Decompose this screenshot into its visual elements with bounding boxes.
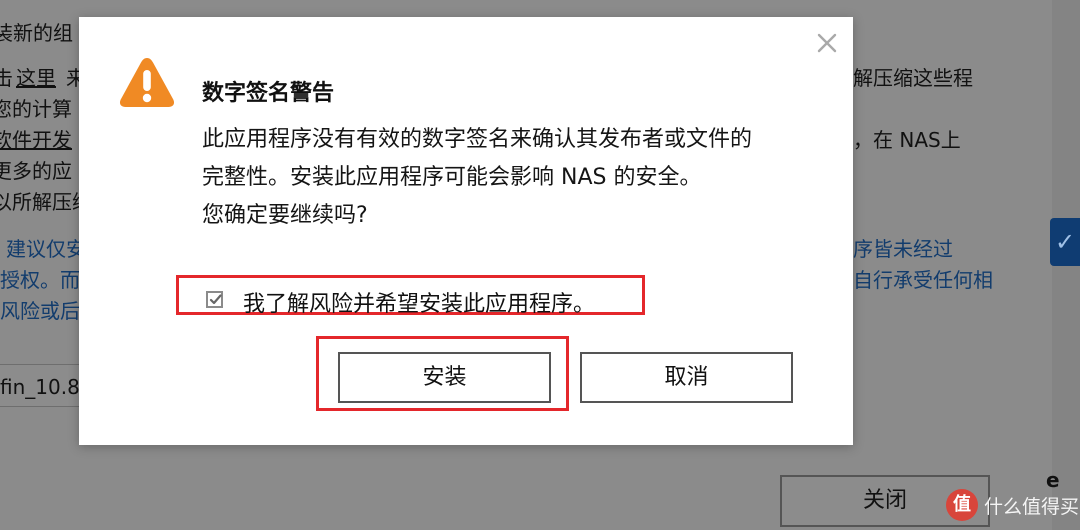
bg-text-click-here-prefix: 击 [0, 66, 13, 90]
risk-acknowledgement-row[interactable]: 我了解风险并希望安装此应用程序。 [176, 275, 645, 318]
bg-blue-suggest: 建议仅安 [6, 237, 86, 261]
close-icon[interactable] [814, 30, 840, 56]
bg-text-install-new: 装新的组 [0, 21, 73, 45]
dialog-title: 数字签名警告 [202, 81, 335, 106]
bg-text-right-extract: 解压缩这些程 [853, 66, 973, 90]
background-file-input-value: fin_10.8.1 [0, 375, 82, 399]
bg-blue-right-bear: 自行承受任何相 [853, 268, 993, 292]
watermark-logo: 值 [946, 489, 978, 521]
background-check-badge: ✓ [1050, 218, 1080, 266]
risk-checkbox-label[interactable]: 我了解风险并希望安装此应用程序。 [243, 286, 595, 318]
warning-message: 此应用程序没有有效的数字签名来确认其发布者或文件的 完整性。安装此应用程序可能会… [202, 121, 832, 235]
risk-checkbox[interactable] [206, 291, 223, 308]
warning-message-line-2: 完整性。安装此应用程序可能会影响 NAS 的安全。 [202, 165, 702, 190]
bg-text-more-apps: 更多的应 [0, 159, 72, 183]
bg-link-here[interactable]: 这里 [16, 68, 56, 88]
warning-icon [119, 56, 175, 109]
bg-blue-auth: 授权。而 [0, 268, 80, 292]
bg-text-right-nas: ，在 NAS上 [853, 128, 961, 152]
bg-blue-right-unverified: 序皆未经过 [853, 237, 953, 261]
watermark-text: 什么值得买 [984, 495, 1080, 518]
digital-signature-warning-dialog: 数字签名警告 此应用程序没有有效的数字签名来确认其发布者或文件的 完整性。安装此… [79, 17, 853, 445]
watermark: 值 什么值得买 [946, 487, 1079, 523]
cancel-button[interactable]: 取消 [580, 352, 793, 403]
install-button[interactable]: 安装 [338, 352, 551, 403]
bg-text-your-computer: 您的计算 [0, 97, 72, 121]
nas-install-screen: 装新的组 击 这里 来 您的计算 软件开发 更多的应 以所解压缩 解压缩这些程 … [0, 0, 1080, 530]
background-file-input[interactable]: fin_10.8.1 [0, 364, 82, 407]
warning-message-line-3: 您确定要继续吗? [202, 203, 368, 228]
warning-message-line-1: 此应用程序没有有效的数字签名来确认其发布者或文件的 [202, 127, 753, 152]
bg-link-software-dev[interactable]: 软件开发 [0, 130, 72, 150]
